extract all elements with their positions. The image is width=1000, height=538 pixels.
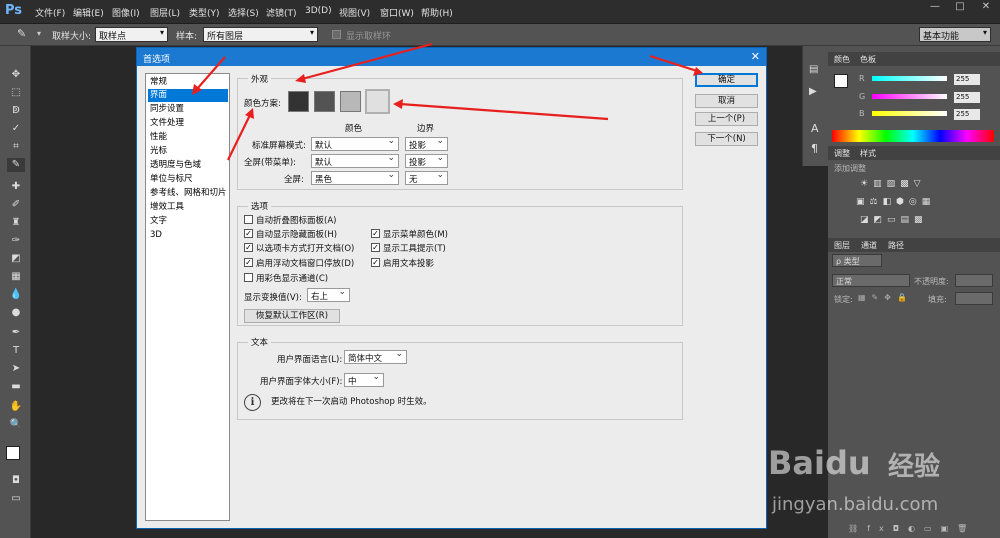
arrow-to-appearance-head — [295, 74, 306, 83]
watermark-url: jingyan.baidu.com — [772, 494, 939, 515]
arrow-to-ok-head — [693, 67, 703, 76]
arrow-to-appearance — [301, 42, 433, 81]
arrow-to-swatches — [399, 102, 609, 121]
arrow-to-interface-category — [196, 56, 226, 90]
arrow-to-ok — [649, 54, 698, 73]
arrow-to-color-scheme — [227, 114, 251, 161]
baidu-watermark: Baidu 经验 jingyan.baidu.com — [758, 436, 998, 526]
watermark-brand-cn: 经验 — [888, 452, 941, 482]
watermark-brand: Baidu — [768, 444, 871, 482]
arrow-to-swatches-head — [393, 99, 403, 109]
